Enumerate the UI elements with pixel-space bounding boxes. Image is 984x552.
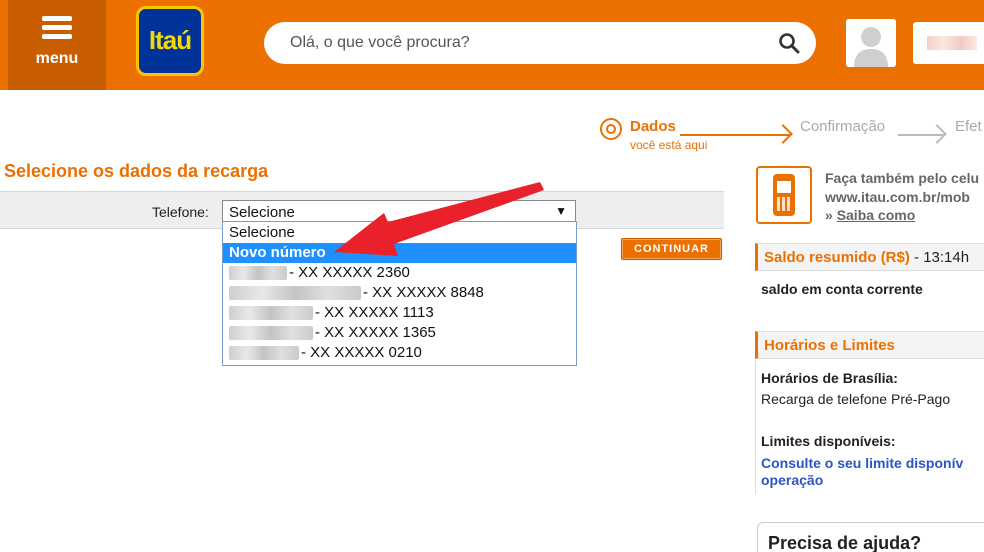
search-bar [264, 22, 816, 64]
dropdown-option[interactable]: - XX XXXXX 1113 [223, 303, 576, 323]
dropdown-option[interactable]: - XX XXXXX 8848 [223, 283, 576, 303]
redacted-contact-name [229, 286, 361, 301]
dropdown-option[interactable]: - XX XXXXX 0210 [223, 343, 576, 363]
dropdown-option[interactable]: - XX XXXXX 1365 [223, 323, 576, 343]
step-dados: Dados [630, 118, 676, 135]
continue-button[interactable]: CONTINUAR [621, 238, 722, 260]
step-arrow-icon [927, 124, 947, 144]
limits-title: Horários e Limites [764, 337, 895, 354]
redacted-contact-name [229, 346, 299, 361]
promo-link-row: » Saiba como [825, 207, 915, 223]
page-title: Selecione os dados da recarga [4, 161, 269, 181]
dropdown-option[interactable]: Selecione [223, 223, 576, 243]
help-box: Precisa de ajuda? [757, 522, 984, 552]
step-confirmacao: Confirmação [800, 118, 886, 135]
limits-link[interactable]: Consulte o seu limite disponív [761, 455, 963, 471]
avatar-icon [846, 19, 896, 67]
saldo-title: Saldo resumido (R$) [764, 249, 910, 266]
search-icon[interactable] [778, 32, 800, 54]
hamburger-icon [42, 16, 72, 40]
saldo-text[interactable]: saldo em conta corrente [761, 281, 923, 297]
saldo-time: - 13:14h [909, 249, 970, 266]
saldo-panel-header: Saldo resumido (R$) - 13:14h [755, 243, 984, 271]
limits-label: Limites disponíveis: [761, 433, 896, 449]
phone-dropdown-list: Selecione Novo número - XX XXXXX 2360 - … [222, 221, 577, 366]
top-header: menu Itaú [0, 0, 984, 90]
search-input[interactable] [290, 31, 770, 55]
phone-select[interactable]: Selecione ▼ [222, 200, 576, 222]
phone-label: Telefone: [152, 204, 209, 220]
promo-text: Faça também pelo celu [825, 170, 980, 186]
help-title: Precisa de ajuda? [768, 533, 922, 552]
current-step-icon [600, 118, 622, 140]
phone-select-value: Selecione [229, 204, 295, 221]
double-chevron-icon: » [825, 207, 833, 223]
step-current-indicator: você está aqui [630, 138, 708, 152]
saiba-como-link[interactable]: Saiba como [837, 207, 916, 223]
promo-url: www.itau.com.br/mob [825, 189, 970, 205]
limits-panel-header: Horários e Limites [755, 331, 984, 359]
dropdown-option-novo-numero[interactable]: Novo número [223, 243, 576, 263]
hours-value: Recarga de telefone Pré-Pago [761, 391, 951, 407]
hours-label: Horários de Brasília: [761, 370, 898, 386]
menu-button[interactable]: menu [8, 0, 106, 90]
redacted-contact-name [229, 266, 287, 281]
dropdown-caret-icon: ▼ [555, 204, 567, 218]
mobile-phone-icon [756, 166, 812, 224]
redacted-user-name [927, 36, 977, 50]
menu-label: menu [35, 50, 79, 67]
user-name-box[interactable] [913, 22, 984, 64]
step-arrow-icon [773, 124, 793, 144]
redacted-contact-name [229, 326, 313, 341]
itau-logo[interactable]: Itaú [136, 6, 204, 76]
user-avatar[interactable] [846, 19, 896, 67]
redacted-contact-name [229, 306, 313, 321]
limits-link-continued[interactable]: operação [761, 472, 823, 488]
step-efetivacao: Efet [955, 118, 982, 135]
dropdown-option[interactable]: - XX XXXXX 2360 [223, 263, 576, 283]
